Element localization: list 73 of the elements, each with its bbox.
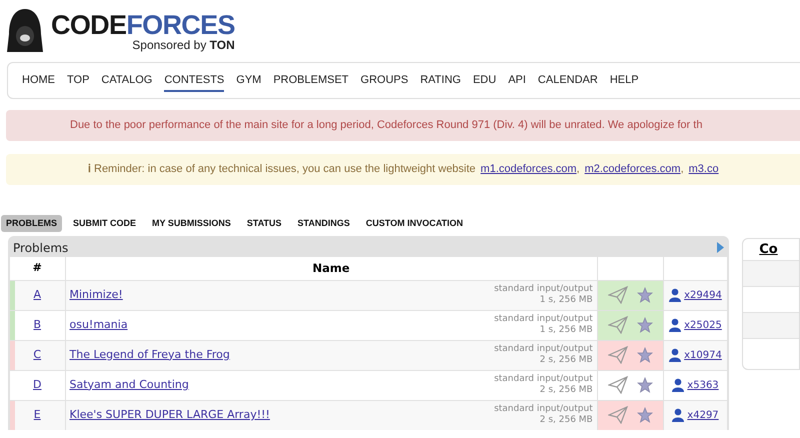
star-icon[interactable] xyxy=(636,347,653,363)
limits-text: 2 s, 256 MB xyxy=(540,355,593,366)
limits-text: 2 s, 256 MB xyxy=(540,385,593,396)
problem-index-link[interactable]: C xyxy=(33,348,42,361)
problem-name-link[interactable]: Satyam and Counting xyxy=(70,376,189,394)
solved-count-link[interactable]: x29494 xyxy=(684,288,722,302)
problem-name-link[interactable]: The Legend of Freya the Frog xyxy=(70,346,230,364)
solved-count-link[interactable]: x10974 xyxy=(684,348,722,362)
mirror-link[interactable]: m1.codeforces.com xyxy=(480,161,577,178)
logo-text: FORCES xyxy=(126,12,235,38)
problem-name-link[interactable]: Minimize! xyxy=(70,286,123,304)
problem-name-link[interactable]: Klee's SUPER DUPER LARGE Array!!! xyxy=(70,407,270,424)
contest-tab[interactable]: CUSTOM INVOCATION xyxy=(360,215,468,232)
nav-link[interactable]: TOP xyxy=(67,72,90,92)
comma-text: , xyxy=(680,162,684,178)
nav-link[interactable]: HOME xyxy=(22,72,55,92)
hooded-figure-logo-icon xyxy=(7,8,43,54)
problem-index-link[interactable]: D xyxy=(33,378,42,391)
io-text: standard input/output xyxy=(494,374,593,385)
panel-title: Problems xyxy=(13,240,68,256)
star-icon[interactable] xyxy=(636,377,653,393)
solved-count-link[interactable]: x25025 xyxy=(684,318,722,332)
star-icon[interactable] xyxy=(636,287,653,303)
sponsor-text: Sponsored by TON xyxy=(132,38,235,50)
contest-tab[interactable]: MY SUBMISSIONS xyxy=(147,215,236,232)
user-icon xyxy=(669,318,682,332)
problem-index-link[interactable]: E xyxy=(34,408,41,421)
info-icon: ℹ xyxy=(88,161,91,178)
solved-count-link[interactable]: x5363 xyxy=(687,378,719,392)
user-icon xyxy=(672,378,684,392)
io-text: standard input/output xyxy=(494,404,593,415)
contest-tab[interactable]: PROBLEMS xyxy=(1,215,62,232)
paper-plane-icon[interactable] xyxy=(608,286,628,304)
user-icon xyxy=(669,348,682,362)
alert-text: Due to the poor performance of the main site for a long period, Codeforces Round 971 (Div. 4) will be unrated. We apologize for th xyxy=(70,118,702,134)
nav-link[interactable]: CONTESTS xyxy=(164,72,224,92)
problem-index-link[interactable]: B xyxy=(33,318,42,331)
paper-plane-icon[interactable] xyxy=(608,316,628,334)
mirror-link[interactable]: m3.co xyxy=(688,161,719,178)
nav-link[interactable]: EDU xyxy=(472,72,496,92)
problem-index-link[interactable]: A xyxy=(33,288,42,301)
contest-tab[interactable]: STANDINGS xyxy=(292,215,355,232)
contest-tab[interactable]: STATUS xyxy=(242,215,287,232)
nav-link[interactable]: HELP xyxy=(610,72,639,92)
side-box-heading: Co xyxy=(759,240,778,259)
star-icon[interactable] xyxy=(636,317,653,333)
limits-text: 2 s, 256 MB xyxy=(540,415,593,426)
contest-tab[interactable]: SUBMIT CODE xyxy=(68,215,142,232)
nav-link[interactable]: RATING xyxy=(420,72,461,92)
io-text: standard input/output xyxy=(494,344,593,355)
paper-plane-icon[interactable] xyxy=(608,376,628,394)
nav-link[interactable]: CALENDAR xyxy=(538,72,598,92)
problem-name-link[interactable]: osu!mania xyxy=(70,316,128,334)
nav-link[interactable]: GYM xyxy=(236,72,262,92)
mirror-link[interactable]: m2.codeforces.com xyxy=(584,161,681,178)
limits-text: 1 s, 256 MB xyxy=(540,325,593,336)
nav-link[interactable]: PROBLEMSET xyxy=(273,72,349,92)
star-icon[interactable] xyxy=(636,407,653,424)
logo-text: CODE xyxy=(51,12,126,38)
user-icon xyxy=(672,408,684,422)
limits-text: 1 s, 256 MB xyxy=(540,295,593,306)
user-icon xyxy=(669,288,682,302)
nav-link[interactable]: GROUPS xyxy=(360,72,408,92)
paper-plane-icon[interactable] xyxy=(608,346,628,364)
paper-plane-icon[interactable] xyxy=(608,406,628,424)
nav-link[interactable]: CATALOG xyxy=(101,72,152,92)
reminder-text: Reminder: in case of any technical issues, you can use the lightweight website xyxy=(94,162,476,178)
solved-count-link[interactable]: x4297 xyxy=(687,408,719,423)
io-text: standard input/output xyxy=(494,284,593,295)
triangle-right-icon[interactable] xyxy=(717,242,724,253)
comma-text: , xyxy=(576,162,580,178)
nav-link[interactable]: API xyxy=(508,72,526,92)
io-text: standard input/output xyxy=(494,314,593,325)
